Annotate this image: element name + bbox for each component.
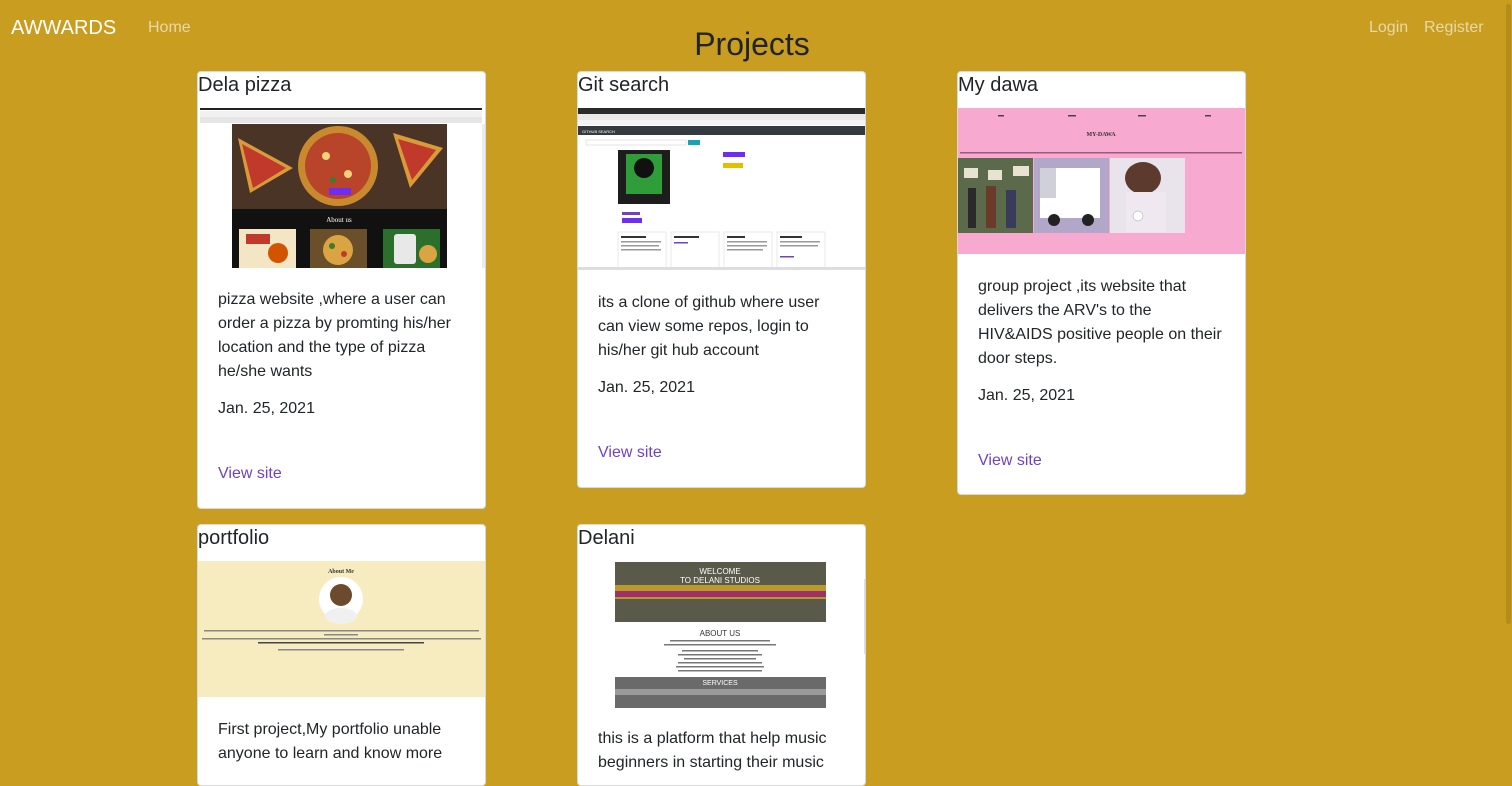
project-title: Dela pizza — [198, 74, 292, 96]
project-card: Git search GITHUB SEARCH its a clone of … — [577, 71, 866, 488]
thumbnail-services: SERVICES — [702, 680, 738, 687]
project-title: Git search — [578, 74, 670, 96]
project-title: Delani — [578, 527, 635, 549]
thumbnail-heading: MY-DAWA — [1086, 132, 1116, 138]
project-title: portfolio — [198, 527, 270, 549]
project-screenshot: WELCOME TO DELANI STUDIOS ABOUT US SERVI… — [578, 561, 865, 708]
scrollbar-thumb[interactable] — [1506, 4, 1511, 624]
project-card: Delani WELCOME TO DELANI STUDIOS ABOUT U… — [577, 524, 866, 786]
project-description: pizza website ,where a user can order a … — [218, 291, 451, 380]
view-site-link[interactable]: View site — [598, 444, 662, 462]
project-description: its a clone of github where user can vie… — [598, 294, 820, 359]
project-screenshot: MY-DAWA — [958, 108, 1245, 254]
thumbnail-about: ABOUT US — [700, 629, 741, 638]
project-description: First project,My portfolio unable anyone… — [218, 721, 443, 762]
project-date: Jan. 25, 2021 — [218, 400, 315, 417]
project-card: portfolio About Me First project,My port… — [197, 524, 486, 786]
thumbnail-header-label: GITHUB SEARCH — [582, 129, 615, 134]
thumbnail-about-label: About us — [326, 216, 352, 224]
project-card: My dawa MY-DAWA group project ,its websi… — [957, 71, 1246, 495]
project-screenshot: About Me — [198, 561, 485, 697]
project-screenshot: GITHUB SEARCH — [578, 108, 865, 270]
project-screenshot: About us — [198, 108, 485, 268]
thumbnail-studio: TO DELANI STUDIOS — [680, 576, 760, 585]
project-title: My dawa — [958, 74, 1039, 96]
project-date: Jan. 25, 2021 — [598, 379, 695, 396]
view-site-link[interactable]: View site — [978, 452, 1042, 470]
view-site-link[interactable]: View site — [218, 465, 282, 483]
thumbnail-heading: About Me — [328, 569, 354, 575]
thumbnail-welcome: WELCOME — [699, 567, 740, 576]
page-title: Projects — [694, 26, 810, 62]
project-card: Dela pizza About us pizza website ,where… — [197, 71, 486, 509]
project-date: Jan. 25, 2021 — [978, 387, 1075, 404]
project-description: group project ,its website that delivers… — [978, 278, 1222, 367]
scrollbar[interactable] — [1504, 0, 1512, 770]
project-description: this is a platform that help music begin… — [598, 730, 827, 771]
